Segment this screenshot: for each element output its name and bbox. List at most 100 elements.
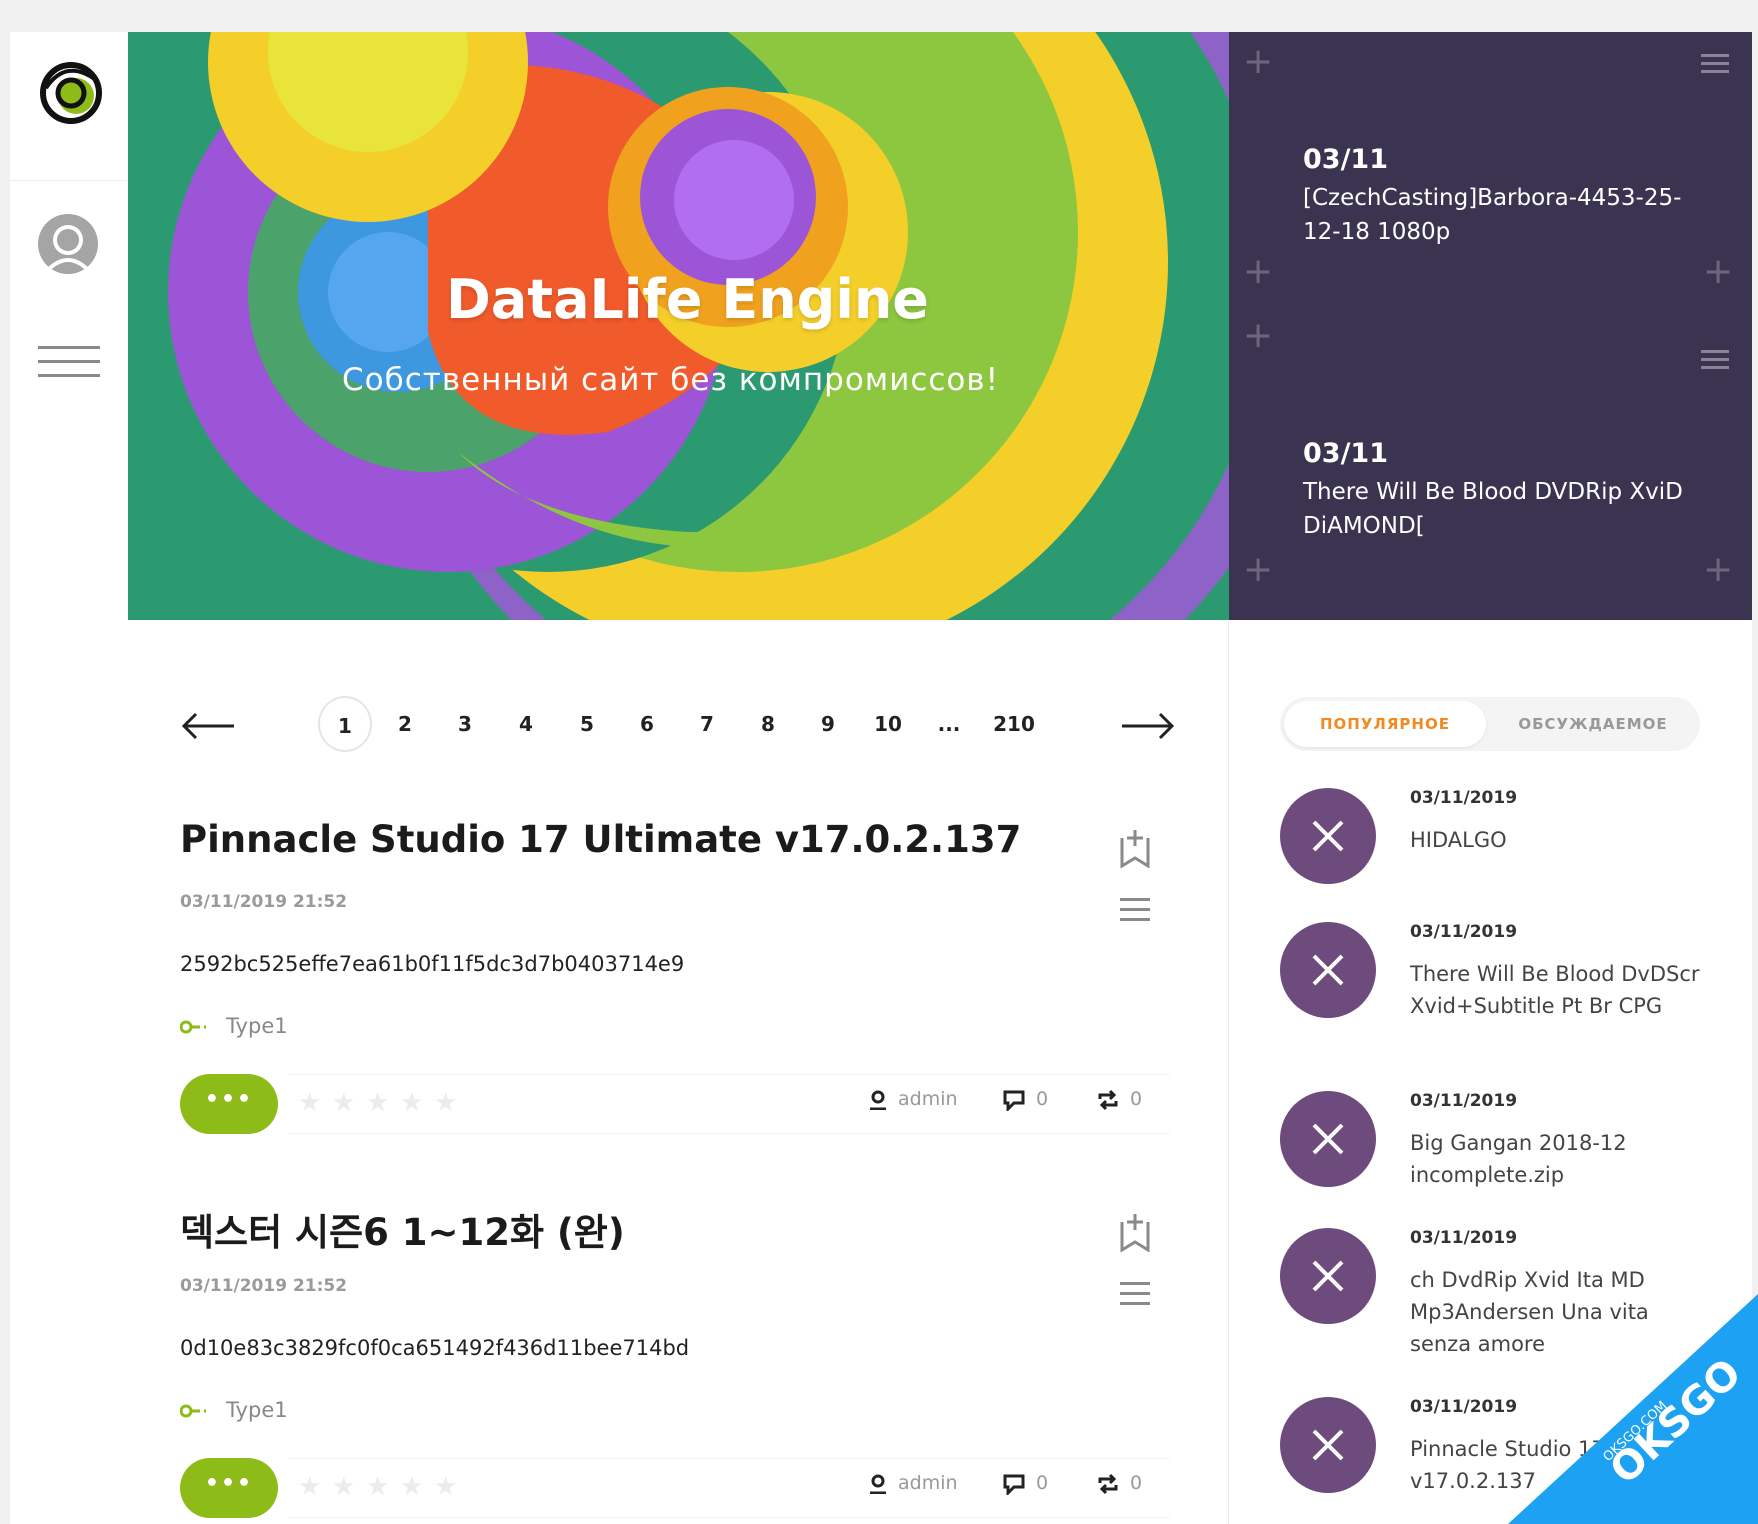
feed-item-title[interactable]: There Will Be Blood DVDRip XviD DiAMOND[ [1303, 475, 1683, 543]
article-title[interactable]: 덱스터 시즌6 1~12화 (완) [180, 1202, 1170, 1256]
key-icon [180, 1020, 206, 1034]
rating: ★ ★ ★ ★ ★ [298, 1474, 468, 1500]
page-link[interactable]: 5 [560, 696, 614, 752]
plus-icon: + [1243, 549, 1274, 590]
article-category[interactable]: Type1 [180, 1398, 288, 1422]
category-label[interactable]: Type1 [226, 1398, 288, 1422]
author-name[interactable]: admin [898, 1472, 958, 1494]
category-label[interactable]: Type1 [226, 1014, 288, 1038]
bookmark-icon[interactable] [1118, 828, 1152, 868]
hero-banner[interactable]: DataLife Engine Собственный сайт без ком… [128, 32, 1229, 621]
article-date: 03/11/2019 21:52 [180, 1276, 348, 1296]
list-icon[interactable] [1701, 350, 1731, 372]
close-icon[interactable] [1280, 1091, 1376, 1187]
article-date: 03/11/2019 21:52 [180, 892, 348, 912]
article-comments[interactable]: 0 [1002, 1088, 1049, 1113]
article-author[interactable]: admin [868, 1472, 958, 1494]
page-link[interactable]: 2 [378, 696, 432, 752]
popular-date: 03/11/2019 [1410, 788, 1518, 808]
user-icon[interactable] [38, 214, 98, 274]
logo-icon[interactable] [36, 58, 106, 128]
close-icon[interactable] [1280, 922, 1376, 1018]
star-icon[interactable]: ★ [298, 1090, 324, 1116]
page-link[interactable]: 6 [620, 696, 674, 752]
left-rail [10, 32, 128, 1524]
feed-item-date: 03/11 [1303, 438, 1389, 469]
tab-discussed[interactable]: ОБСУЖДАЕМОЕ [1490, 697, 1696, 751]
feed-item[interactable]: 03/11 There Will Be Blood DVDRip XviD Di… [1303, 438, 1683, 543]
list-icon[interactable] [1120, 898, 1152, 924]
plus-icon: + [1243, 41, 1274, 82]
arrow-right-icon[interactable] [1120, 696, 1176, 752]
popular-title[interactable]: HIDALGO [1410, 824, 1710, 856]
feed-item[interactable]: 03/11 [CzechCasting]Barbora-4453-25-12-1… [1303, 144, 1683, 249]
popular-item[interactable]: 03/11/2019 There Will Be Blood DvDScr Xv… [1280, 922, 1720, 1072]
menu-icon[interactable] [38, 346, 100, 380]
list-icon[interactable] [1120, 1282, 1152, 1308]
popular-item[interactable]: 03/11/2019 Big Gangan 2018-12 incomplete… [1280, 1091, 1720, 1201]
popular-date: 03/11/2019 [1410, 922, 1518, 942]
page-ellipsis: ... [937, 712, 961, 736]
article-comments[interactable]: 0 [1002, 1472, 1049, 1497]
star-icon[interactable]: ★ [400, 1474, 426, 1500]
plus-icon: + [1703, 549, 1734, 590]
star-icon[interactable]: ★ [366, 1474, 392, 1500]
list-icon[interactable] [1701, 54, 1731, 76]
article-title[interactable]: Pinnacle Studio 17 Ultimate v17.0.2.137 [180, 818, 1170, 861]
bookmark-icon[interactable] [1118, 1212, 1152, 1252]
plus-icon: + [1703, 251, 1734, 292]
tab-popular[interactable]: ПОПУЛЯРНОЕ [1284, 701, 1486, 747]
page-link[interactable]: 3 [438, 696, 492, 752]
repost-count: 0 [1130, 1088, 1143, 1110]
star-icon[interactable]: ★ [332, 1090, 358, 1116]
article-reposts[interactable]: 0 [1096, 1472, 1142, 1495]
popular-title[interactable]: There Will Be Blood DvDScr Xvid+Subtitle… [1410, 958, 1710, 1022]
author-name[interactable]: admin [898, 1088, 958, 1110]
comment-count: 0 [1036, 1472, 1049, 1494]
pagination: 1 2 3 4 5 6 7 8 9 10 ... 210 [180, 696, 1180, 752]
comment-count: 0 [1036, 1088, 1049, 1110]
article-category[interactable]: Type1 [180, 1014, 288, 1038]
page-link[interactable]: 8 [741, 696, 795, 752]
article-author[interactable]: admin [868, 1088, 958, 1110]
comment-icon [1003, 1474, 1025, 1497]
close-icon[interactable] [1280, 1228, 1376, 1324]
repost-count: 0 [1130, 1472, 1143, 1494]
article-card: Pinnacle Studio 17 Ultimate v17.0.2.137 … [180, 818, 1170, 1138]
page-link[interactable]: 210 [984, 696, 1044, 752]
close-icon[interactable] [1280, 788, 1376, 884]
page-link[interactable]: 7 [680, 696, 734, 752]
user-small-icon [870, 1090, 886, 1110]
more-button[interactable]: ••• [180, 1458, 278, 1518]
star-icon[interactable]: ★ [400, 1090, 426, 1116]
page-link[interactable]: 9 [801, 696, 855, 752]
user-small-icon [870, 1474, 886, 1494]
arrow-left-icon[interactable] [180, 696, 236, 752]
star-icon[interactable]: ★ [434, 1090, 460, 1116]
repost-icon [1098, 1473, 1118, 1494]
hero-subtitle: Собственный сайт без компромиссов! [342, 362, 1000, 398]
article-actions: ••• ★ ★ ★ ★ ★ admin 0 0 [180, 1074, 1170, 1134]
article-reposts[interactable]: 0 [1096, 1088, 1142, 1111]
article-card: 덱스터 시즌6 1~12화 (완) 03/11/2019 21:52 0d10e… [180, 1202, 1170, 1522]
star-icon[interactable]: ★ [332, 1474, 358, 1500]
comment-icon [1003, 1090, 1025, 1113]
rail-divider [10, 180, 128, 181]
star-icon[interactable]: ★ [298, 1474, 324, 1500]
plus-icon: + [1243, 315, 1274, 356]
watermark: OKSGO OKSGO.COM [1448, 1224, 1758, 1524]
close-icon[interactable] [1280, 1397, 1376, 1493]
feed-item-title[interactable]: [CzechCasting]Barbora-4453-25-12-18 1080… [1303, 181, 1683, 249]
sidebar-tabs: ПОПУЛЯРНОЕ ОБСУЖДАЕМОЕ [1280, 697, 1700, 751]
article-text: 2592bc525effe7ea61b0f11f5dc3d7b0403714e9 [180, 952, 685, 976]
plus-icon: + [1243, 251, 1274, 292]
page-link[interactable]: 10 [861, 696, 915, 752]
popular-item[interactable]: 03/11/2019 HIDALGO [1280, 788, 1720, 898]
more-button[interactable]: ••• [180, 1074, 278, 1134]
article-text: 0d10e83c3829fc0f0ca651492f436d11bee714bd [180, 1336, 690, 1360]
star-icon[interactable]: ★ [366, 1090, 392, 1116]
star-icon[interactable]: ★ [434, 1474, 460, 1500]
popular-title[interactable]: Big Gangan 2018-12 incomplete.zip [1410, 1127, 1710, 1191]
page-link[interactable]: 1 [318, 696, 372, 752]
page-link[interactable]: 4 [499, 696, 553, 752]
